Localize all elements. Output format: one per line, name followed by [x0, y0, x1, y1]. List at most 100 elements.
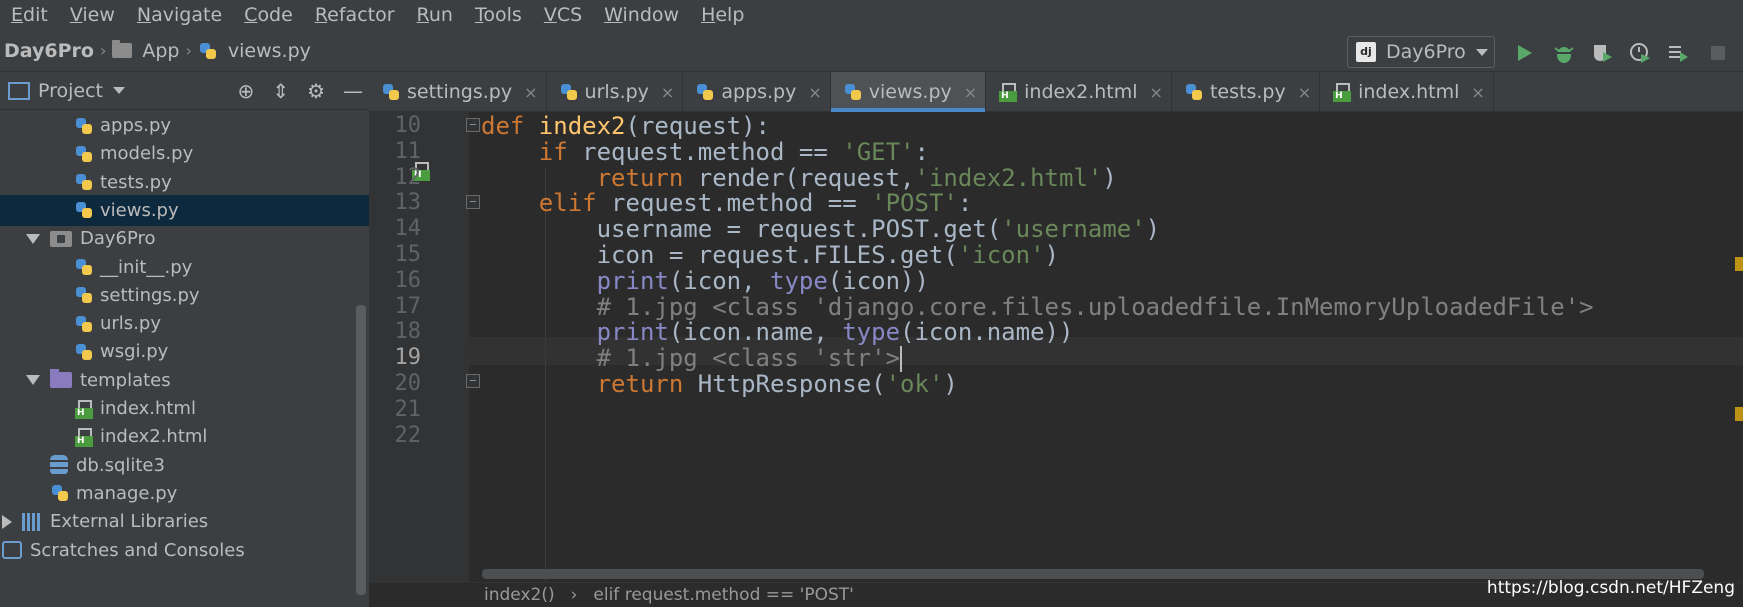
- run-configuration-select[interactable]: dj Day6Pro: [1347, 36, 1495, 68]
- warning-marker[interactable]: [1735, 407, 1743, 421]
- code-line[interactable]: return HttpResponse('ok'): [481, 370, 958, 398]
- debug-icon[interactable]: [1552, 41, 1576, 65]
- tree-item[interactable]: Hindex2.html: [0, 421, 369, 452]
- code-token: 'username': [1001, 215, 1146, 244]
- tab-label: settings.py: [407, 81, 513, 103]
- menu-view[interactable]: View: [67, 4, 118, 26]
- menu-vcs[interactable]: VCS: [541, 4, 585, 26]
- python-file-icon: [695, 82, 715, 102]
- python-file-icon: [74, 200, 94, 220]
- tree-item[interactable]: apps.py: [0, 110, 369, 141]
- code-editor[interactable]: H 10 11 12 13 14 15 16 17 18 19 20 21 22 def index2(r…: [369, 112, 1743, 602]
- coverage-icon[interactable]: [1590, 41, 1614, 65]
- breadcrumb-file[interactable]: views.py: [228, 40, 311, 62]
- profile-icon[interactable]: [1628, 41, 1652, 65]
- tree-item[interactable]: models.py: [0, 138, 369, 169]
- tab-index2-html[interactable]: Hindex2.html ×: [986, 72, 1172, 112]
- collapse-all-icon[interactable]: ⇕: [272, 79, 289, 103]
- python-file-icon: [74, 285, 94, 305]
- menu-run[interactable]: Run: [414, 4, 456, 26]
- run-icon[interactable]: [1512, 41, 1536, 65]
- close-icon[interactable]: ×: [1298, 83, 1311, 102]
- tree-item[interactable]: Day6Pro: [0, 223, 369, 254]
- gear-icon[interactable]: ⚙: [307, 79, 325, 103]
- close-icon[interactable]: ×: [964, 83, 977, 102]
- tree-item[interactable]: External Libraries: [0, 506, 369, 537]
- line-number: 19: [394, 345, 422, 371]
- line-number: 20: [394, 371, 422, 396]
- code-line[interactable]: print(icon.name, type(icon.name)): [481, 318, 1074, 346]
- menu-tools[interactable]: Tools: [472, 4, 525, 26]
- tab-apps-py[interactable]: apps.py ×: [683, 72, 831, 112]
- fold-marker-icon[interactable]: [466, 195, 480, 209]
- code-line[interactable]: icon = request.FILES.get('icon'): [481, 241, 1059, 269]
- tab-tests-py[interactable]: tests.py ×: [1172, 72, 1321, 112]
- menu-refactor[interactable]: Refactor: [312, 4, 398, 26]
- code-line[interactable]: if request.method == 'GET':: [481, 138, 929, 166]
- menu-help[interactable]: Help: [698, 4, 747, 26]
- fold-marker-icon[interactable]: [466, 118, 480, 132]
- hide-icon[interactable]: —: [343, 79, 363, 103]
- python-file-icon: [843, 82, 863, 102]
- breadcrumb-folder[interactable]: App: [142, 40, 179, 62]
- breadcrumb-project[interactable]: Day6Pro: [4, 40, 94, 62]
- code-token: 'POST': [871, 189, 958, 218]
- tree-item[interactable]: Scratches and Consoles: [0, 535, 369, 566]
- tree-item[interactable]: urls.py: [0, 308, 369, 339]
- breadcrumb-separator: ›: [570, 585, 578, 605]
- tab-views-py[interactable]: views.py ×: [830, 72, 987, 112]
- tree-item-label: index2.html: [100, 426, 208, 448]
- tree-item[interactable]: db.sqlite3: [0, 450, 369, 481]
- project-tree-scrollbar[interactable]: [356, 305, 366, 595]
- tree-item[interactable]: tests.py: [0, 167, 369, 198]
- close-icon[interactable]: ×: [1471, 83, 1484, 102]
- collapse-arrow-icon[interactable]: [2, 514, 12, 529]
- code-token: elif: [538, 189, 612, 218]
- code-line[interactable]: elif request.method == 'POST':: [481, 189, 973, 218]
- tree-item[interactable]: manage.py: [0, 478, 369, 509]
- locate-icon[interactable]: ⊕: [238, 79, 255, 103]
- run-concurrency-icon[interactable]: [1666, 41, 1690, 65]
- expand-arrow-icon[interactable]: [26, 233, 40, 244]
- menu-navigate[interactable]: Navigate: [134, 4, 225, 26]
- tree-item[interactable]: views.py: [0, 194, 369, 226]
- tree-item[interactable]: templates: [0, 365, 369, 396]
- tree-item[interactable]: __init__.py: [0, 252, 369, 283]
- menu-code[interactable]: Code: [241, 4, 296, 26]
- tree-item[interactable]: wsgi.py: [0, 336, 369, 367]
- code-token: 'ok': [885, 370, 944, 398]
- code-token: (request):: [625, 112, 771, 140]
- fold-marker-icon[interactable]: [466, 374, 480, 388]
- breadcrumb-statement[interactable]: elif request.method == 'POST': [593, 585, 853, 605]
- project-window-icon: [8, 81, 30, 100]
- tab-index-html[interactable]: Hindex.html ×: [1320, 72, 1494, 112]
- close-icon[interactable]: ×: [1150, 83, 1163, 102]
- tree-item-label: db.sqlite3: [76, 454, 165, 476]
- python-file-icon: [74, 314, 94, 334]
- breadcrumb-function[interactable]: index2(): [484, 585, 555, 605]
- close-icon[interactable]: ×: [524, 83, 537, 102]
- code-line[interactable]: username = request.POST.get('username'): [481, 215, 1161, 244]
- warning-marker[interactable]: [1735, 257, 1743, 271]
- code-line[interactable]: print(icon, type(icon)): [481, 267, 929, 295]
- tree-item-label: views.py: [100, 199, 179, 221]
- code-line[interactable]: return render(request,'index2.html'): [481, 164, 1117, 192]
- code-token: ): [1044, 241, 1059, 269]
- project-view-selector[interactable]: Project: [8, 80, 126, 102]
- close-icon[interactable]: ×: [808, 83, 821, 102]
- code-line[interactable]: # 1.jpg <class 'str'>: [481, 344, 903, 373]
- tab-settings-py[interactable]: settings.py ×: [369, 72, 547, 112]
- close-icon[interactable]: ×: [661, 83, 674, 102]
- tree-item[interactable]: settings.py: [0, 280, 369, 311]
- tree-item[interactable]: Hindex.html: [0, 393, 369, 424]
- code-line[interactable]: # 1.jpg <class 'django.core.files.upload…: [481, 293, 1594, 321]
- code-line[interactable]: def index2(request):: [481, 112, 770, 140]
- menu-window[interactable]: Window: [601, 4, 682, 26]
- expand-arrow-icon[interactable]: [26, 375, 40, 386]
- line-number: 22: [394, 422, 422, 448]
- stop-icon[interactable]: [1706, 41, 1730, 65]
- tab-urls-py[interactable]: urls.py ×: [547, 72, 684, 112]
- menu-edit[interactable]: Edit: [8, 4, 51, 26]
- python-file-icon: [74, 116, 94, 136]
